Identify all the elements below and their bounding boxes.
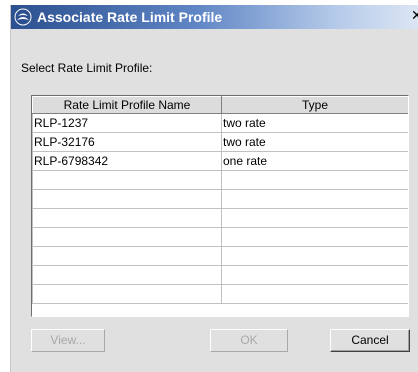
table-row[interactable] — [32, 227, 408, 247]
profile-name-cell[interactable]: RLP-32176 — [32, 132, 222, 152]
profile-table: Rate Limit Profile Name Type RLP-1237 tw… — [31, 95, 409, 317]
close-icon[interactable]: ✕ — [411, 9, 418, 23]
profile-type-cell[interactable]: two rate — [221, 113, 408, 133]
profile-name-cell[interactable] — [32, 246, 222, 266]
associate-rate-limit-profile-dialog: Associate Rate Limit Profile ✕ Select Ra… — [10, 5, 418, 372]
profile-name-cell[interactable] — [32, 284, 222, 304]
java-cup-icon — [14, 8, 32, 26]
dialog-title: Associate Rate Limit Profile — [37, 9, 223, 25]
cancel-button[interactable]: Cancel — [330, 329, 410, 352]
profile-type-cell[interactable]: two rate — [221, 132, 408, 152]
profile-type-cell[interactable]: one rate — [221, 151, 408, 171]
ok-button[interactable]: OK — [210, 329, 288, 352]
table-row[interactable] — [32, 284, 408, 304]
table-row[interactable]: RLP-1237 two rate — [32, 113, 408, 133]
profile-type-cell[interactable] — [221, 170, 408, 190]
table-row[interactable] — [32, 189, 408, 209]
profile-type-cell[interactable] — [221, 189, 408, 209]
profile-type-cell[interactable] — [221, 265, 408, 285]
title-bar[interactable]: Associate Rate Limit Profile ✕ — [11, 5, 418, 29]
profile-type-cell[interactable] — [221, 284, 408, 304]
table-row[interactable] — [32, 246, 408, 266]
profile-type-cell[interactable] — [221, 246, 408, 266]
instruction-label: Select Rate Limit Profile: — [21, 61, 153, 75]
profile-name-cell[interactable] — [32, 208, 222, 228]
table-row[interactable] — [32, 265, 408, 285]
table-row[interactable]: RLP-6798342 one rate — [32, 151, 408, 171]
column-header-type[interactable]: Type — [221, 96, 408, 114]
table-row[interactable] — [32, 208, 408, 228]
profile-type-cell[interactable] — [221, 227, 408, 247]
view-button[interactable]: View... — [31, 329, 105, 352]
profile-name-cell[interactable]: RLP-1237 — [32, 113, 222, 133]
table-row[interactable]: RLP-32176 two rate — [32, 132, 408, 152]
profile-name-cell[interactable] — [32, 227, 222, 247]
table-row[interactable] — [32, 170, 408, 190]
profile-type-cell[interactable] — [221, 208, 408, 228]
table-header-row: Rate Limit Profile Name Type — [32, 96, 408, 114]
profile-name-cell[interactable] — [32, 265, 222, 285]
profile-name-cell[interactable] — [32, 170, 222, 190]
profile-name-cell[interactable] — [32, 189, 222, 209]
profile-name-cell[interactable]: RLP-6798342 — [32, 151, 222, 171]
column-header-name[interactable]: Rate Limit Profile Name — [32, 96, 222, 114]
